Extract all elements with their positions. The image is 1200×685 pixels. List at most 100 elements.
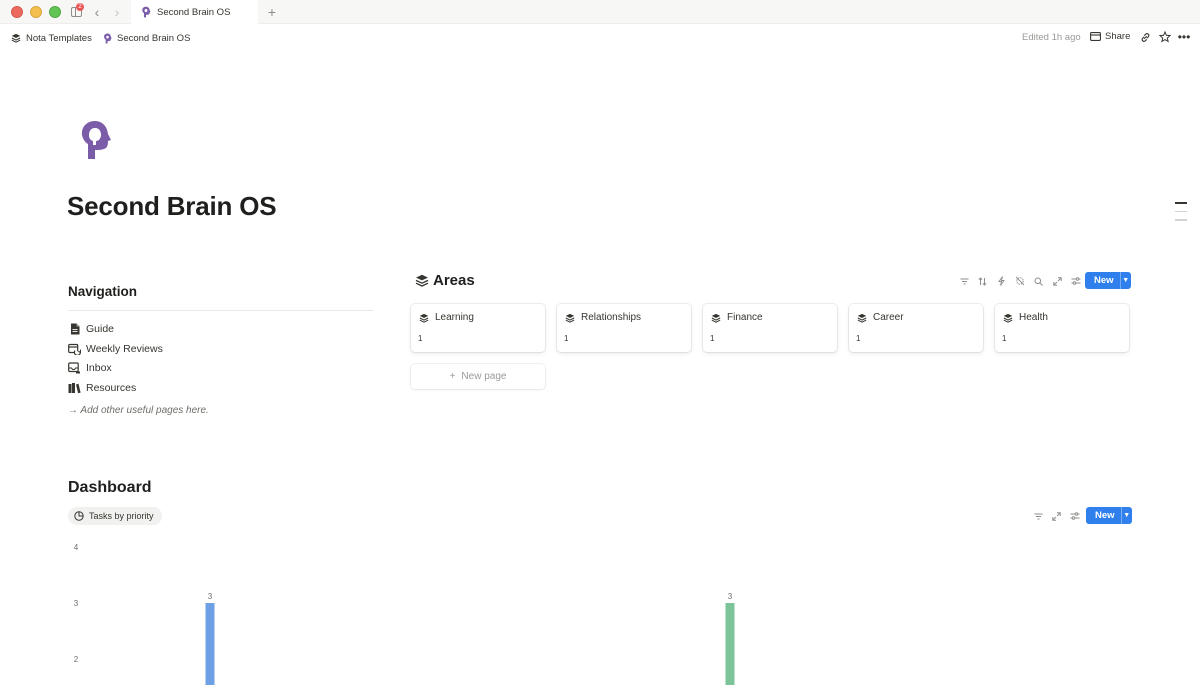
dashboard-new-button[interactable]: New ▼ (1086, 507, 1132, 524)
back-arrow-icon[interactable]: ‹ (91, 3, 103, 21)
search-icon[interactable] (1029, 274, 1048, 288)
stack-icon (11, 33, 21, 43)
y-tick-label: 4 (74, 543, 79, 552)
nav-item-label: Inbox (86, 362, 112, 375)
card-title: Relationships (581, 312, 642, 323)
maximize-window-button[interactable] (49, 6, 61, 18)
breadcrumb-nota-templates[interactable]: Nota Templates (11, 31, 92, 45)
card-count: 1 (1002, 334, 1007, 343)
nav-item-weekly-reviews[interactable]: Weekly Reviews (68, 339, 163, 359)
card-count: 1 (710, 334, 715, 343)
nav-item-resources[interactable]: Resources (68, 378, 163, 398)
settings-sliders-icon[interactable] (1066, 509, 1085, 523)
tab-second-brain-os[interactable]: Second Brain OS (131, 0, 258, 24)
minimize-window-button[interactable] (30, 6, 42, 18)
nav-item-guide[interactable]: Guide (68, 319, 163, 339)
share-button[interactable]: Share (1090, 31, 1130, 42)
page-title: Second Brain OS (67, 191, 277, 221)
notification-badge: 2 (76, 3, 84, 11)
breadcrumb-second-brain-os[interactable]: Second Brain OS (103, 31, 190, 45)
new-tab-plus-icon[interactable]: + (264, 3, 280, 21)
star-icon[interactable] (1158, 30, 1172, 44)
edited-timestamp: Edited 1h ago (1022, 32, 1081, 43)
nav-item-label: Guide (86, 322, 115, 335)
stack-icon (565, 313, 575, 323)
bar-chart: 4 3 2 3 3 (74, 543, 735, 685)
card-title: Finance (727, 312, 763, 323)
document-icon (68, 322, 81, 335)
brain-head-icon (81, 121, 111, 159)
y-tick-label: 2 (74, 655, 79, 664)
area-card-relationships[interactable]: Relationships 1 (557, 304, 691, 352)
y-tick-label: 3 (74, 599, 79, 608)
navigation-list: Guide Weekly Reviews Inbox Resources (68, 319, 163, 398)
close-window-button[interactable] (11, 6, 23, 18)
nav-item-label: Resources (86, 381, 137, 394)
new-page-label: New page (461, 371, 507, 382)
stack-icon (711, 313, 721, 323)
areas-new-button[interactable]: New ▼ (1085, 272, 1131, 289)
card-count: 1 (564, 334, 569, 343)
automation-icon[interactable] (1011, 274, 1030, 288)
tasks-by-priority-chart: 4 3 2 3 3 (60, 535, 1140, 685)
divider (68, 310, 373, 311)
view-tab-label: Tasks by priority (89, 511, 154, 521)
new-button-label: New (1094, 275, 1114, 286)
filter-icon[interactable] (955, 274, 974, 288)
books-icon (68, 381, 81, 394)
plus-icon: + (449, 371, 456, 382)
areas-title: Areas (433, 272, 475, 289)
link-icon[interactable] (1138, 30, 1152, 44)
pie-chart-icon (74, 511, 84, 521)
new-page-button[interactable]: + New page (411, 364, 545, 389)
card-title: Learning (435, 312, 474, 323)
sort-icon[interactable] (974, 274, 993, 288)
stack-icon (857, 313, 867, 323)
chevron-down-icon[interactable]: ▼ (1119, 272, 1131, 289)
lightning-icon[interactable] (992, 274, 1011, 288)
areas-heading[interactable]: Areas (415, 272, 475, 289)
stack-icon (1003, 313, 1013, 323)
window-title-bar: 2 ‹ › Second Brain OS + (0, 0, 1200, 24)
more-options-icon[interactable]: ••• (1177, 30, 1191, 44)
card-title: Career (873, 312, 904, 323)
breadcrumb-label: Nota Templates (26, 32, 92, 44)
nav-item-inbox[interactable]: Inbox (68, 358, 163, 378)
chevron-down-icon[interactable]: ▼ (1120, 507, 1132, 524)
card-count: 1 (856, 334, 861, 343)
filter-icon[interactable] (1029, 509, 1048, 523)
bar-value-label: 3 (208, 592, 213, 601)
tab-title: Second Brain OS (157, 6, 231, 18)
dashboard-toolbar (1029, 509, 1085, 523)
share-window-icon (1090, 32, 1101, 41)
dashboard-heading: Dashboard (68, 479, 152, 496)
chart-bar[interactable] (725, 603, 735, 685)
brain-head-icon (142, 6, 151, 18)
bar-value-label: 3 (728, 592, 733, 601)
navigation-hint: → Add other useful pages here. (68, 405, 209, 416)
area-card-career[interactable]: Career 1 (849, 304, 983, 352)
stack-icon (419, 313, 429, 323)
stack-icon (415, 274, 429, 287)
new-button-label: New (1095, 510, 1115, 521)
share-label: Share (1105, 31, 1131, 42)
calendar-sync-icon (68, 342, 81, 355)
table-of-contents-indicator[interactable] (1175, 202, 1187, 228)
navigation-heading: Navigation (68, 284, 138, 299)
card-count: 1 (418, 334, 423, 343)
inbox-icon (68, 362, 81, 375)
area-card-health[interactable]: Health 1 (995, 304, 1129, 352)
forward-arrow-icon[interactable]: › (111, 3, 123, 21)
expand-icon[interactable] (1048, 274, 1067, 288)
breadcrumb-label: Second Brain OS (117, 32, 191, 44)
view-tab-tasks-by-priority[interactable]: Tasks by priority (68, 507, 162, 525)
area-card-learning[interactable]: Learning 1 (411, 304, 545, 352)
areas-toolbar (955, 274, 1085, 288)
card-title: Health (1019, 312, 1048, 323)
expand-icon[interactable] (1048, 509, 1067, 523)
nav-item-label: Weekly Reviews (86, 342, 163, 355)
brain-head-icon (104, 33, 112, 43)
settings-sliders-icon[interactable] (1067, 274, 1086, 288)
chart-bar[interactable] (205, 603, 215, 685)
area-card-finance[interactable]: Finance 1 (703, 304, 837, 352)
